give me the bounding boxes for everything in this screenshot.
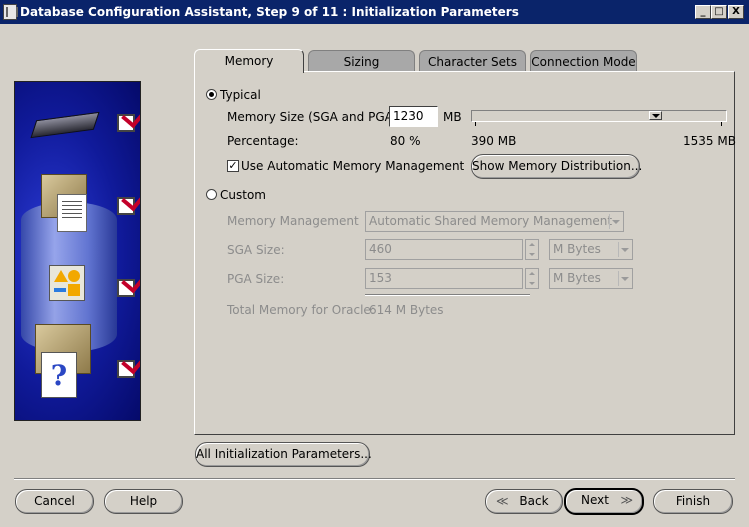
maximize-button[interactable]: □ bbox=[711, 5, 727, 19]
sga-unit-value: M Bytes bbox=[553, 242, 601, 256]
amm-checkbox[interactable]: ✓ bbox=[227, 160, 239, 172]
cancel-button[interactable]: Cancel bbox=[15, 489, 94, 514]
sga-size-label: SGA Size: bbox=[227, 243, 285, 257]
app-icon[interactable] bbox=[3, 4, 18, 20]
title-bar[interactable]: Database Configuration Assistant, Step 9… bbox=[0, 0, 749, 24]
memory-size-label: Memory Size (SGA and PGA): bbox=[227, 110, 402, 124]
sga-size-input[interactable]: 460 bbox=[365, 239, 523, 260]
chevron-down-icon bbox=[618, 242, 630, 257]
next-button[interactable]: Next ≫ bbox=[564, 488, 644, 515]
memory-size-unit: MB bbox=[443, 110, 462, 124]
slider-max-label: 1535 MB bbox=[683, 134, 736, 148]
sga-size-spinner[interactable] bbox=[525, 239, 539, 260]
window-title: Database Configuration Assistant, Step 9… bbox=[20, 5, 519, 19]
minimize-button[interactable]: _ bbox=[695, 5, 711, 19]
memory-management-label: Memory Management bbox=[227, 214, 359, 228]
back-label: Back bbox=[519, 494, 549, 508]
tab-character-sets[interactable]: Character Sets bbox=[419, 50, 526, 72]
total-memory-label: Total Memory for Oracle: bbox=[227, 303, 375, 317]
pga-size-input[interactable]: 153 bbox=[365, 268, 523, 289]
typical-label[interactable]: Typical bbox=[220, 88, 261, 102]
tab-sizing[interactable]: Sizing bbox=[308, 50, 415, 72]
slider-min-label: 390 MB bbox=[471, 134, 517, 148]
show-memory-distribution-button[interactable]: Show Memory Distribution... bbox=[471, 154, 642, 179]
chevron-down-icon bbox=[609, 214, 621, 229]
custom-label[interactable]: Custom bbox=[220, 188, 266, 202]
memory-slider-thumb[interactable] bbox=[649, 111, 662, 120]
pga-unit-select[interactable]: M Bytes bbox=[549, 268, 633, 289]
tab-connection-mode[interactable]: Connection Mode bbox=[530, 50, 637, 72]
chevron-down-icon bbox=[618, 271, 630, 286]
sga-unit-select[interactable]: M Bytes bbox=[549, 239, 633, 260]
total-separator bbox=[365, 294, 530, 296]
next-label: Next bbox=[581, 493, 609, 507]
tab-memory[interactable]: Memory bbox=[194, 49, 304, 73]
pga-size-spinner[interactable] bbox=[525, 268, 539, 289]
typical-radio[interactable] bbox=[206, 89, 217, 100]
custom-radio[interactable] bbox=[206, 189, 217, 200]
back-arrow-icon: ≪ bbox=[496, 494, 509, 508]
help-button[interactable]: Help bbox=[104, 489, 183, 514]
footer-separator bbox=[14, 478, 735, 480]
all-initialization-parameters-button[interactable]: All Initialization Parameters... bbox=[195, 442, 372, 467]
pga-unit-value: M Bytes bbox=[553, 271, 601, 285]
amm-label[interactable]: Use Automatic Memory Management bbox=[241, 159, 464, 173]
total-memory-value: 614 M Bytes bbox=[369, 303, 444, 317]
pga-size-label: PGA Size: bbox=[227, 272, 285, 286]
slider-tick bbox=[475, 122, 476, 126]
question-document-icon: ? bbox=[41, 352, 77, 398]
slider-tick bbox=[721, 122, 722, 126]
next-arrow-icon: ≫ bbox=[620, 493, 633, 507]
document-icon bbox=[57, 194, 87, 232]
percentage-label: Percentage: bbox=[227, 134, 299, 148]
memory-chip-icon bbox=[30, 111, 100, 139]
percentage-value: 80 % bbox=[390, 134, 421, 148]
memory-slider-track[interactable] bbox=[471, 110, 727, 122]
memory-management-select[interactable]: Automatic Shared Memory Management bbox=[365, 211, 624, 232]
close-button[interactable]: X bbox=[728, 5, 744, 19]
shapes-icon bbox=[49, 265, 85, 301]
back-button[interactable]: ≪ Back bbox=[485, 489, 563, 514]
wizard-illustration: ? bbox=[14, 81, 141, 421]
finish-button[interactable]: Finish bbox=[653, 489, 733, 514]
memory-size-input[interactable]: 1230 bbox=[389, 106, 438, 127]
memory-management-value: Automatic Shared Memory Management bbox=[369, 214, 613, 228]
